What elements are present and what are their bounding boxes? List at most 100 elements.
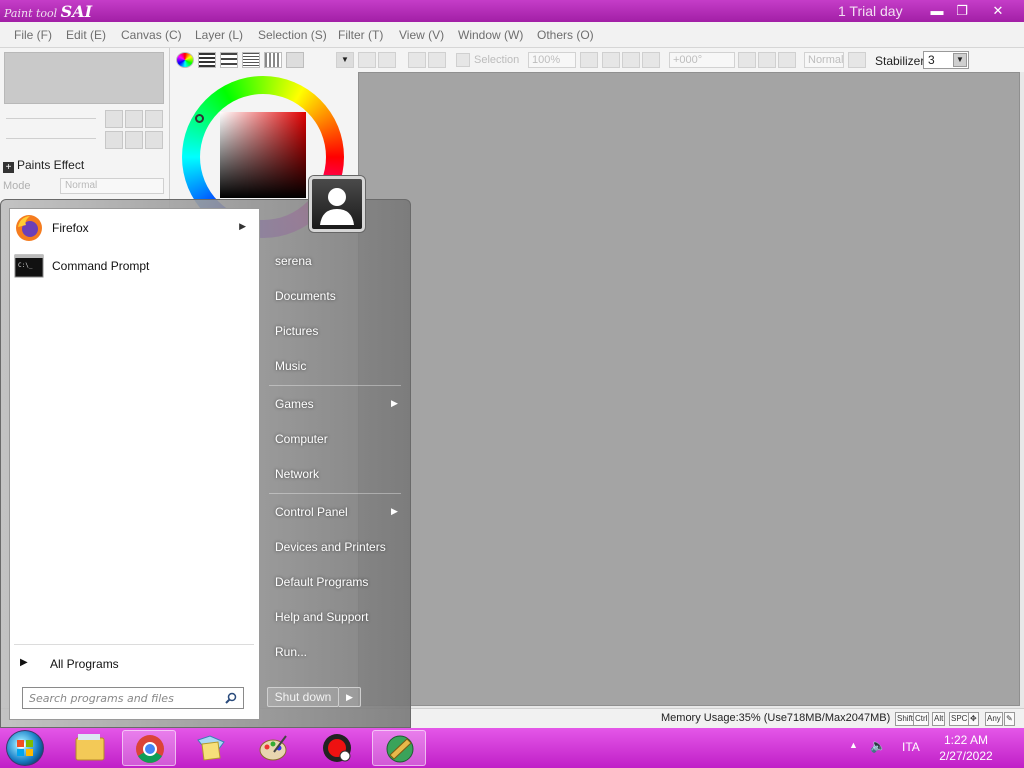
- flip-icon[interactable]: [848, 52, 866, 68]
- search-icon[interactable]: [225, 692, 237, 704]
- separator: [269, 493, 401, 494]
- hue-marker-icon[interactable]: [195, 114, 204, 123]
- any-key-indicator: Any: [985, 712, 1003, 726]
- redo-icon[interactable]: [378, 52, 396, 68]
- show-hidden-icons-icon[interactable]: ▲: [849, 740, 858, 750]
- start-item-user[interactable]: serena: [275, 254, 312, 268]
- hsv-slider-icon[interactable]: [220, 52, 238, 68]
- rotate-ccw-icon[interactable]: [738, 52, 756, 68]
- canvas-toolbar: ▼ Selection 100% +000° Normal Stabilizer…: [336, 48, 1024, 72]
- rotate-right-button[interactable]: [125, 131, 143, 149]
- rotation-field[interactable]: +000°: [669, 52, 735, 68]
- chevron-right-icon[interactable]: ▶: [391, 398, 398, 409]
- start-item-run[interactable]: Run...: [275, 645, 307, 659]
- start-item-music[interactable]: Music: [275, 359, 306, 373]
- menu-file[interactable]: File (F): [14, 28, 52, 42]
- undo-icon[interactable]: [358, 52, 376, 68]
- chevron-right-icon[interactable]: ▶: [239, 221, 246, 232]
- folder-icon[interactable]: [184, 730, 238, 766]
- start-item-games[interactable]: Games: [275, 397, 314, 411]
- canvas-area[interactable]: [358, 72, 1020, 706]
- paint-tool-sai-icon[interactable]: [372, 730, 426, 766]
- search-box[interactable]: [22, 687, 244, 709]
- angle-slider[interactable]: [6, 138, 96, 139]
- rotate-reset-button[interactable]: [145, 131, 163, 149]
- zoom-out-button[interactable]: [105, 110, 123, 128]
- zoom-fit-icon[interactable]: [642, 52, 660, 68]
- zoom-in-button[interactable]: [125, 110, 143, 128]
- language-indicator[interactable]: ITA: [902, 740, 920, 754]
- recorder-icon[interactable]: [310, 730, 364, 766]
- zoom-field[interactable]: 100%: [528, 52, 576, 68]
- deselect-icon[interactable]: [408, 52, 426, 68]
- menu-view[interactable]: View (V): [399, 28, 444, 42]
- shutdown-button[interactable]: Shut down: [267, 687, 339, 707]
- clock-time: 1:22 AM: [943, 733, 989, 747]
- program-label: Firefox: [52, 221, 89, 235]
- close-icon[interactable]: ✕: [987, 2, 1009, 19]
- paints-effect-label: Paints Effect: [17, 158, 85, 172]
- separator: [14, 644, 254, 645]
- shutdown-options-icon[interactable]: ▶: [339, 687, 361, 707]
- color-wheel-tool-icon[interactable]: [176, 52, 194, 68]
- blend-mode-field[interactable]: Normal: [804, 52, 844, 68]
- start-item-computer[interactable]: Computer: [275, 432, 328, 446]
- start-item-pictures[interactable]: Pictures: [275, 324, 318, 338]
- swatches-icon[interactable]: [264, 52, 282, 68]
- menu-others[interactable]: Others (O): [537, 28, 594, 42]
- paints-effect-header[interactable]: + Paints Effect: [3, 158, 84, 173]
- menu-layer[interactable]: Layer (L): [195, 28, 243, 42]
- mode-select[interactable]: Normal: [60, 178, 164, 194]
- selection-label: Selection: [474, 54, 520, 66]
- paint-icon[interactable]: [246, 730, 300, 766]
- user-avatar[interactable]: [309, 176, 365, 232]
- windows-logo-icon: [17, 740, 33, 756]
- rgb-slider-icon[interactable]: [198, 52, 216, 68]
- stabilizer-label: Stabilizer: [875, 54, 925, 68]
- menu-filter[interactable]: Filter (T): [338, 28, 383, 42]
- selection-checkbox[interactable]: [456, 53, 470, 67]
- mixer-icon[interactable]: [242, 52, 260, 68]
- rotate-left-button[interactable]: [105, 131, 123, 149]
- start-item-network[interactable]: Network: [275, 467, 319, 481]
- volume-icon[interactable]: 🔈: [870, 738, 886, 754]
- program-command-prompt[interactable]: C:\_ Command Prompt: [14, 249, 254, 283]
- menu-selection[interactable]: Selection (S): [258, 28, 327, 42]
- search-input[interactable]: [29, 690, 217, 706]
- menu-canvas[interactable]: Canvas (C): [121, 28, 182, 42]
- zoom-minus-icon[interactable]: [602, 52, 620, 68]
- shift-key-indicator: Shift: [895, 712, 916, 726]
- zoom-plus-icon[interactable]: [622, 52, 640, 68]
- start-menu-programs: Firefox ▶ C:\_ Command Prompt ▶ All Prog…: [9, 208, 260, 720]
- saturation-value-square[interactable]: [220, 112, 306, 198]
- rotate-cw-icon[interactable]: [758, 52, 776, 68]
- zoom-reset-button[interactable]: [145, 110, 163, 128]
- chevron-right-icon[interactable]: ▶: [391, 506, 398, 517]
- zoom-slider[interactable]: [6, 118, 96, 119]
- expand-icon: +: [3, 162, 14, 173]
- start-item-help-support[interactable]: Help and Support: [275, 610, 368, 624]
- rotate-reset-icon[interactable]: [778, 52, 796, 68]
- zoom-dropdown-icon[interactable]: [580, 52, 598, 68]
- all-programs-button[interactable]: ▶ All Programs: [20, 653, 250, 675]
- navigator-preview[interactable]: [4, 52, 164, 104]
- chrome-icon[interactable]: [122, 730, 176, 766]
- menu-edit[interactable]: Edit (E): [66, 28, 106, 42]
- start-item-documents[interactable]: Documents: [275, 289, 336, 303]
- clock[interactable]: 1:22 AM 2/27/2022: [930, 732, 1002, 764]
- start-button[interactable]: [6, 730, 44, 766]
- invert-selection-icon[interactable]: [428, 52, 446, 68]
- scratchpad-icon[interactable]: [286, 52, 304, 68]
- dropdown-icon[interactable]: ▼: [336, 52, 354, 68]
- minimize-icon[interactable]: ▬: [926, 2, 948, 19]
- alt-key-indicator: Alt: [932, 712, 946, 726]
- start-item-default-programs[interactable]: Default Programs: [275, 575, 368, 589]
- menu-window[interactable]: Window (W): [458, 28, 523, 42]
- restore-icon[interactable]: ❐: [951, 2, 973, 19]
- start-item-control-panel[interactable]: Control Panel: [275, 505, 348, 519]
- start-item-devices-printers[interactable]: Devices and Printers: [275, 540, 386, 554]
- stabilizer-select[interactable]: 3 ▼: [923, 51, 969, 69]
- explorer-icon[interactable]: [62, 730, 116, 766]
- program-firefox[interactable]: Firefox ▶: [14, 211, 254, 245]
- chevron-down-icon[interactable]: ▼: [953, 53, 967, 67]
